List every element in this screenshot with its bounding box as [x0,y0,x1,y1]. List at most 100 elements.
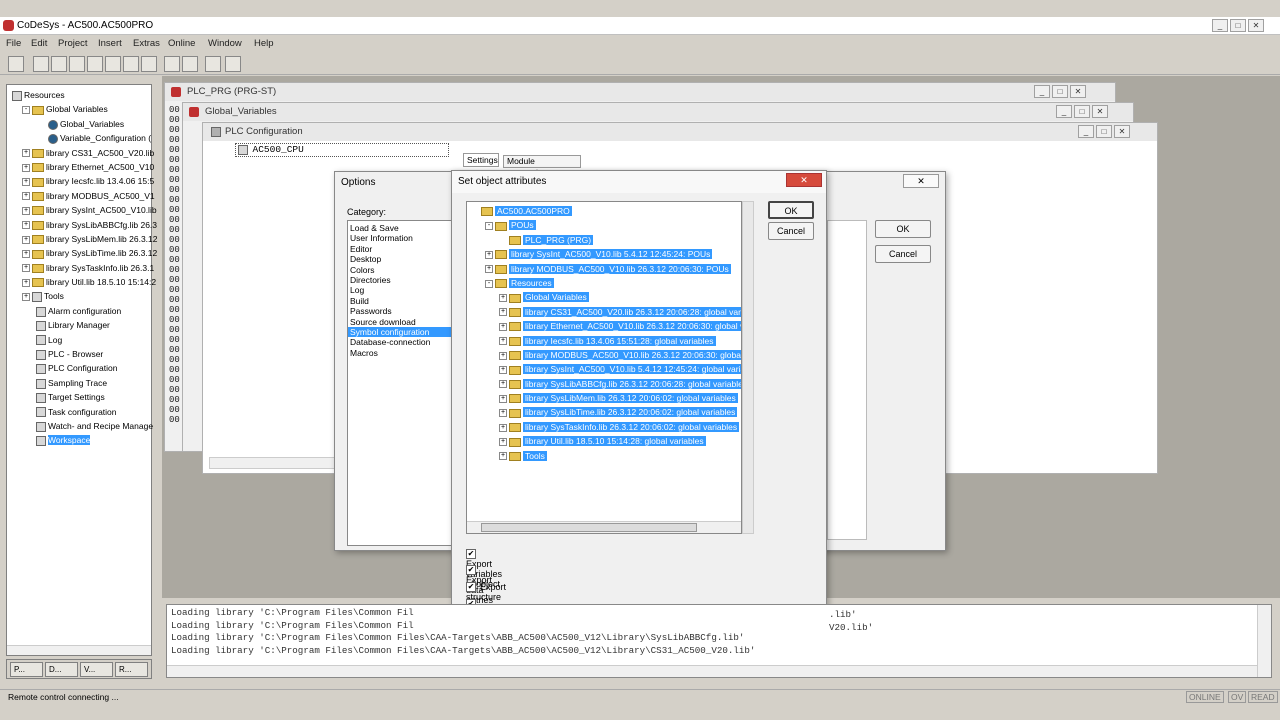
expand-icon[interactable]: + [22,192,30,201]
logout-icon[interactable] [105,56,121,72]
tree-item[interactable]: PLC - Browser [10,347,158,361]
left-tab[interactable]: V... [80,662,113,677]
checkbox-icon[interactable]: ✔ [466,582,476,593]
object-tree-hscroll[interactable] [467,521,741,533]
replace-icon[interactable] [225,56,241,72]
menu-help[interactable]: Help [254,38,274,49]
expand-icon[interactable]: + [22,278,30,287]
tree-item[interactable]: Workspace [10,433,158,447]
category-item[interactable]: User Information [348,233,456,243]
object-tree-item[interactable]: PLC_PRG (PRG) [471,233,741,247]
tree-item[interactable]: + library MODBUS_AC500_V1 [10,189,158,203]
plc-configuration-maximize-button[interactable]: □ [1096,125,1112,138]
object-tree-item[interactable]: + Tools [471,449,741,463]
plc-configuration-minimize-button[interactable]: _ [1078,125,1094,138]
open-icon[interactable] [33,56,49,72]
tree-hscroll[interactable] [7,645,151,655]
category-item[interactable]: Desktop [348,254,456,264]
set-object-attributes-dialog[interactable]: Set object attributes ✕ AC500.AC500PRO - P… [451,170,827,646]
tree-item[interactable]: + library Ethernet_AC500_V10 [10,160,158,174]
object-tree-item[interactable]: + library SysLibABBCfg.lib 26.3.12 20:06:… [471,377,741,391]
object-tree-vscroll[interactable] [742,201,754,534]
left-tab[interactable]: D... [45,662,78,677]
object-tree-item[interactable]: + library SysTaskInfo.lib 26.3.12 20:06:0… [471,420,741,434]
menu-extras[interactable]: Extras [133,38,160,49]
category-item[interactable]: Log [348,285,456,295]
object-tree-item[interactable]: + library CS31_AC500_V20.lib 26.3.12 20:0… [471,305,741,319]
checkbox-icon[interactable]: ✔ [466,548,476,559]
options-cancel-button[interactable]: Cancel [875,245,931,263]
menu-insert[interactable]: Insert [98,38,122,49]
expand-icon[interactable]: + [22,293,30,302]
tree-item[interactable]: - Global Variables [10,102,158,116]
checkbox-icon[interactable]: ✔ [466,565,476,576]
expand-icon[interactable]: + [22,163,30,172]
tree-item[interactable]: Sampling Trace [10,376,158,390]
tree-item[interactable]: Library Manager [10,318,158,332]
object-tree-item[interactable]: + library SysInt_AC500_V10.lib 5.4.12 12:… [471,247,741,261]
tree-item[interactable]: + library SysLibABBCfg.lib 26.3 [10,218,158,232]
global-variables-maximize-button[interactable]: □ [1074,105,1090,118]
tree-item[interactable]: Target Settings [10,390,158,404]
category-item[interactable]: Colors [348,265,456,275]
expand-icon[interactable]: + [22,221,30,230]
object-tree-item[interactable]: + library Util.lib 18.5.10 15:14:28: glob… [471,434,741,448]
expand-icon[interactable]: + [22,235,30,244]
expand-icon[interactable]: + [499,423,507,432]
object-tree-item[interactable]: AC500.AC500PRO [471,204,741,218]
category-item[interactable]: Database-connection [348,337,456,347]
expand-icon[interactable]: + [22,264,30,273]
tree-item[interactable]: + library SysInt_AC500_V10.lib [10,203,158,217]
expand-icon[interactable]: + [499,351,507,360]
object-tree-item[interactable]: + library Iecsfc.lib 13.4.06 15:51:28: gl… [471,334,741,348]
tree-item[interactable]: Watch- and Recipe Manage [10,419,158,433]
tree-item[interactable]: Alarm configuration [10,304,158,318]
message-log[interactable]: Loading library 'C:\Program Files\Common… [166,604,1272,678]
expand-icon[interactable]: + [499,409,507,418]
expand-icon[interactable]: + [22,250,30,259]
collapse-icon[interactable]: - [485,279,493,288]
expand-icon[interactable]: + [485,250,493,259]
tree-item[interactable]: + library Iecsfc.lib 13.4.06 15:5 [10,174,158,188]
global-variables-close-button[interactable]: ✕ [1092,105,1108,118]
category-list[interactable]: Load & Save User Information Editor Desktop… [347,220,457,546]
cpu-node[interactable]: AC500_CPU [235,143,449,157]
expand-icon[interactable]: + [485,265,493,274]
object-tree-item[interactable]: + library SysInt_AC500_V10.lib 5.4.12 12:… [471,362,741,376]
tree-item[interactable]: Global_Variables [10,117,158,131]
plc-prg-minimize-button[interactable]: _ [1034,85,1050,98]
expand-icon[interactable]: + [499,394,507,403]
menu-edit[interactable]: Edit [31,38,47,49]
expand-icon[interactable]: + [499,294,507,303]
tree-item[interactable]: + library SysLibMem.lib 26.3.12 [10,232,158,246]
object-tree-panel[interactable]: Resources - Global Variables Global_Variabl… [6,84,158,656]
menu-file[interactable]: File [6,38,21,49]
run-icon[interactable] [123,56,139,72]
menu-project[interactable]: Project [58,38,88,49]
object-tree-item[interactable]: + library MODBUS_AC500_V10.lib 26.3.12 20… [471,262,741,276]
tree-item[interactable]: Log [10,333,158,347]
left-tab[interactable]: P... [10,662,43,677]
expand-icon[interactable]: + [499,322,507,331]
object-tree-item[interactable]: + library SysLibMem.lib 26.3.12 20:06:02:… [471,391,741,405]
build-icon[interactable] [69,56,85,72]
tree-item[interactable]: + library SysLibTime.lib 26.3.12 [10,246,158,260]
options-close-button[interactable]: ✕ [903,174,939,188]
log-hscroll[interactable] [167,665,1257,677]
global-variables-minimize-button[interactable]: _ [1056,105,1072,118]
expand-icon[interactable]: + [499,337,507,346]
category-item[interactable]: Source download [348,317,456,327]
copy-icon[interactable] [182,56,198,72]
stop-icon[interactable] [51,56,67,72]
category-item[interactable]: Symbol configuration [348,326,456,338]
options-ok-button[interactable]: OK [875,220,931,238]
expand-icon[interactable]: + [499,380,507,389]
category-item[interactable]: Editor [348,244,456,254]
tab-module-parameters[interactable]: Module parameters [503,155,581,177]
menu-window[interactable]: Window [208,38,242,49]
category-item[interactable]: Passwords [348,306,456,316]
tree-item[interactable]: + library SysTaskInfo.lib 26.3.1 [10,261,158,275]
tree-item[interactable]: + library Util.lib 18.5.10 15:14:2 [10,275,158,289]
tree-item[interactable]: PLC Configuration [10,361,158,375]
object-tree-item[interactable]: + library SysLibTime.lib 26.3.12 20:06:02… [471,405,741,419]
